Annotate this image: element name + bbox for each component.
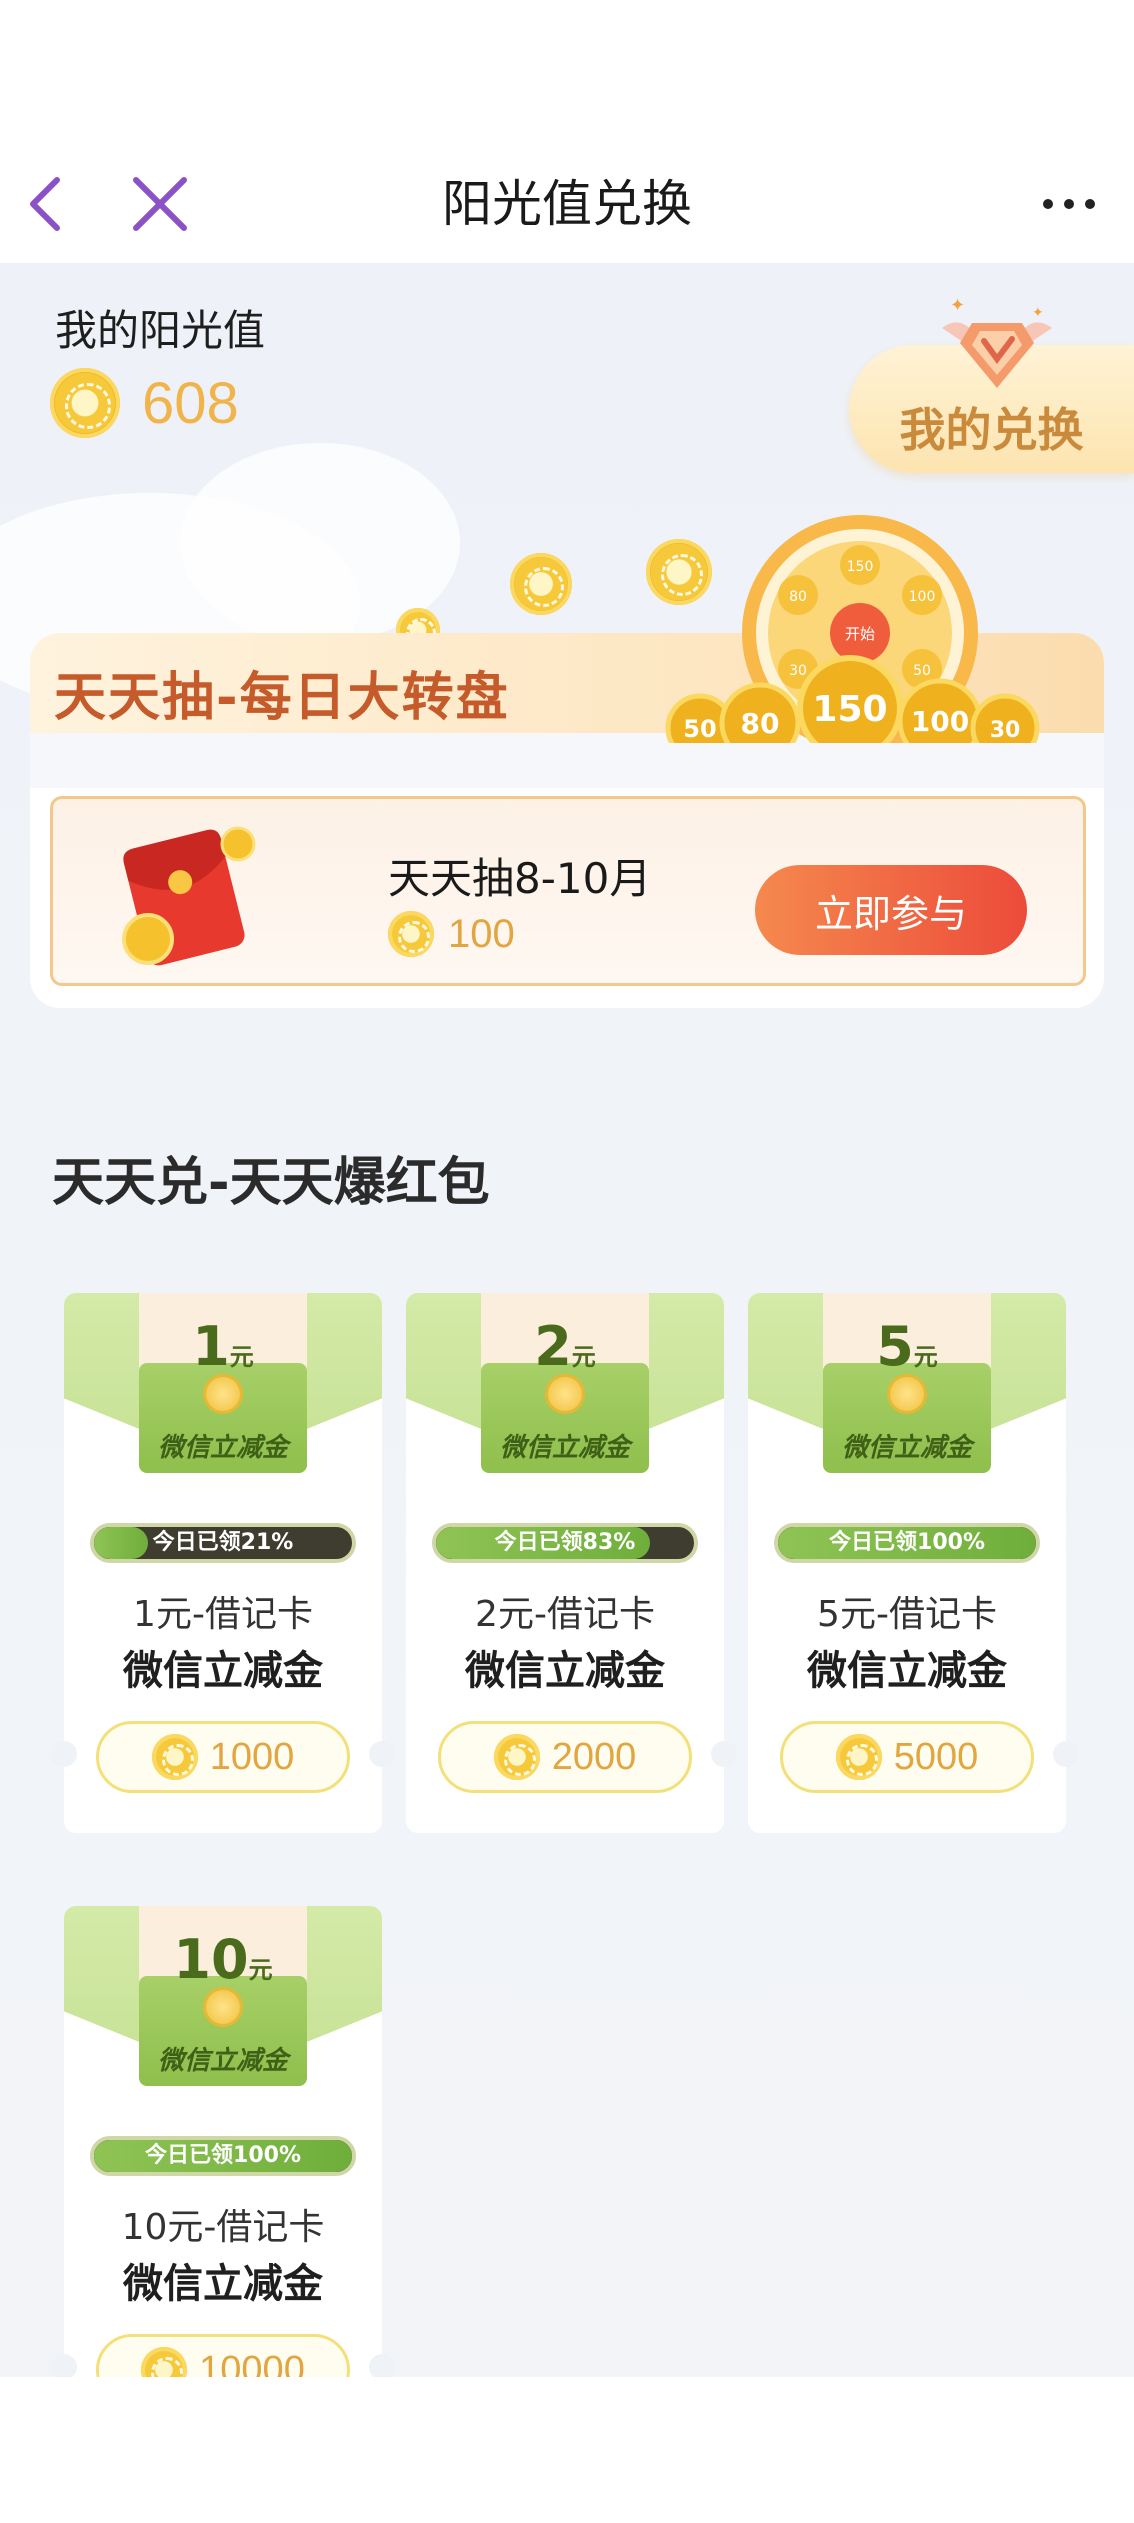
sun-coin-icon <box>388 911 434 957</box>
packet-amount-value: 1 <box>192 1315 230 1378</box>
more-dots-icon <box>1043 199 1095 209</box>
exchange-price-button[interactable]: 10000 <box>96 2334 350 2377</box>
lottery-item: 天天抽8-10月 100 立即参与 <box>50 796 1086 986</box>
wheel-number: 100 <box>909 589 936 605</box>
red-packet-card[interactable]: 1元 微信立减金 今日已领21% 1元-借记卡 微信立减金 1000 <box>64 1293 382 1833</box>
main-content: 我的阳光值 608 我的兑换 ✦ ✦ 天天抽-每日大转盘 天天抽8-10月 10… <box>0 263 1134 2377</box>
coin-number: 30 <box>990 718 1021 743</box>
card-name: 微信立减金 <box>123 1648 323 1694</box>
close-icon <box>133 177 187 231</box>
sun-coin-icon <box>141 2347 188 2377</box>
card-notch <box>1053 1741 1079 1767</box>
packet-amount-value: 2 <box>534 1315 572 1378</box>
packet-amount: 1元 <box>64 1315 382 1378</box>
seal-icon <box>890 1377 924 1411</box>
packet-unit: 元 <box>229 1343 254 1371</box>
coin-decoration <box>510 553 572 615</box>
card-type: 5元-借记卡 <box>817 1594 997 1635</box>
coin-number: 80 <box>741 707 780 740</box>
card-notch <box>369 2354 395 2377</box>
sun-coin-icon <box>493 1734 540 1780</box>
balance-value: 608 <box>142 370 239 436</box>
card-type: 2元-借记卡 <box>475 1594 655 1635</box>
my-exchange-label: 我的兑换 <box>899 403 1084 457</box>
wheel-number: 30 <box>789 663 807 679</box>
coin-number: 50 <box>683 715 716 743</box>
card-type: 10元-借记卡 <box>121 2207 325 2248</box>
lottery-cost: 100 <box>448 911 515 956</box>
svg-text:✦: ✦ <box>950 295 965 316</box>
vip-badge-icon: ✦ ✦ <box>942 295 1052 388</box>
exchange-price-button[interactable]: 1000 <box>96 1721 350 1793</box>
wheel-number: 80 <box>789 589 807 605</box>
red-packet-card[interactable]: 10元 微信立减金 今日已领100% 10元-借记卡 微信立减金 10000 <box>64 1906 382 2377</box>
claimed-text: 今日已领83% <box>494 1530 636 1555</box>
claimed-progress: 今日已领21% <box>90 1523 356 1563</box>
packet-amount: 5元 <box>748 1315 1066 1378</box>
price-value: 1000 <box>209 1735 295 1778</box>
claimed-progress: 今日已领100% <box>774 1523 1040 1563</box>
price-value: 10000 <box>199 2348 305 2378</box>
claimed-progress: 今日已领100% <box>90 2136 356 2176</box>
red-envelope-icon <box>122 826 256 966</box>
seal-icon <box>548 1377 582 1411</box>
svg-text:✦: ✦ <box>1032 305 1044 321</box>
card-notch <box>51 2354 77 2377</box>
price-value: 2000 <box>551 1735 637 1778</box>
price-value: 5000 <box>893 1735 979 1778</box>
envelope-label: 微信立减金 <box>499 1433 630 1463</box>
claimed-text: 今日已领21% <box>152 1530 294 1555</box>
claimed-text: 今日已领100% <box>829 1530 985 1555</box>
card-name: 微信立减金 <box>465 1648 665 1694</box>
claimed-text: 今日已领100% <box>145 2143 301 2168</box>
status-area <box>0 0 1134 145</box>
wheel-number: 50 <box>913 663 931 679</box>
navbar: 阳光值兑换 <box>0 145 1134 263</box>
envelope-label: 微信立减金 <box>841 1433 972 1463</box>
balance-row: 608 <box>50 368 239 438</box>
wheel-start-text: 开始 <box>845 626 875 643</box>
red-packet-card[interactable]: 2元 微信立减金 今日已领83% 2元-借记卡 微信立减金 2000 <box>406 1293 724 1833</box>
back-button[interactable] <box>10 145 80 263</box>
wheel-number: 150 <box>847 559 874 575</box>
envelope-label: 微信立减金 <box>157 2046 288 2076</box>
packet-amount-value: 10 <box>173 1928 249 1991</box>
packet-unit: 元 <box>571 1343 596 1371</box>
lottery-cost-row: 100 <box>388 911 515 957</box>
card-notch <box>51 1741 77 1767</box>
close-button[interactable] <box>120 145 200 263</box>
wheel-title: 天天抽-每日大转盘 <box>54 668 510 728</box>
seal-icon <box>206 1377 240 1411</box>
red-packet-card[interactable]: 5元 微信立减金 今日已领100% 5元-借记卡 微信立减金 5000 <box>748 1293 1066 1833</box>
bottom-area <box>0 2377 1134 2523</box>
card-type: 1元-借记卡 <box>133 1594 313 1635</box>
packet-unit: 元 <box>248 1956 273 1984</box>
card-notch <box>711 1741 737 1767</box>
more-button[interactable] <box>1024 145 1114 263</box>
join-now-button[interactable]: 立即参与 <box>755 865 1027 955</box>
seal-icon <box>206 1990 240 2024</box>
packet-amount: 2元 <box>406 1315 724 1378</box>
sun-coin-icon <box>835 1734 882 1780</box>
lottery-name: 天天抽8-10月 <box>388 854 652 903</box>
prize-wheel-illustration: 开始 150 100 80 50 30 50 80 150 100 30 <box>665 515 1040 743</box>
exchange-price-button[interactable]: 2000 <box>438 1721 692 1793</box>
coin-number: 150 <box>812 689 887 730</box>
coin-number: 100 <box>911 705 969 738</box>
exchange-price-button[interactable]: 5000 <box>780 1721 1034 1793</box>
envelope-label: 微信立减金 <box>157 1433 288 1463</box>
chevron-left-icon <box>30 177 60 231</box>
packet-amount: 10元 <box>64 1928 382 1991</box>
packet-amount-value: 5 <box>876 1315 914 1378</box>
sun-coin-icon <box>151 1734 198 1780</box>
card-notch <box>369 1741 395 1767</box>
packet-unit: 元 <box>913 1343 938 1371</box>
section-title: 天天兑-天天爆红包 <box>52 1153 490 1213</box>
card-name: 微信立减金 <box>123 2261 323 2307</box>
claimed-progress: 今日已领83% <box>432 1523 698 1563</box>
card-name: 微信立减金 <box>807 1648 1007 1694</box>
sun-coin-icon <box>50 368 120 438</box>
balance-label: 我的阳光值 <box>55 306 266 355</box>
